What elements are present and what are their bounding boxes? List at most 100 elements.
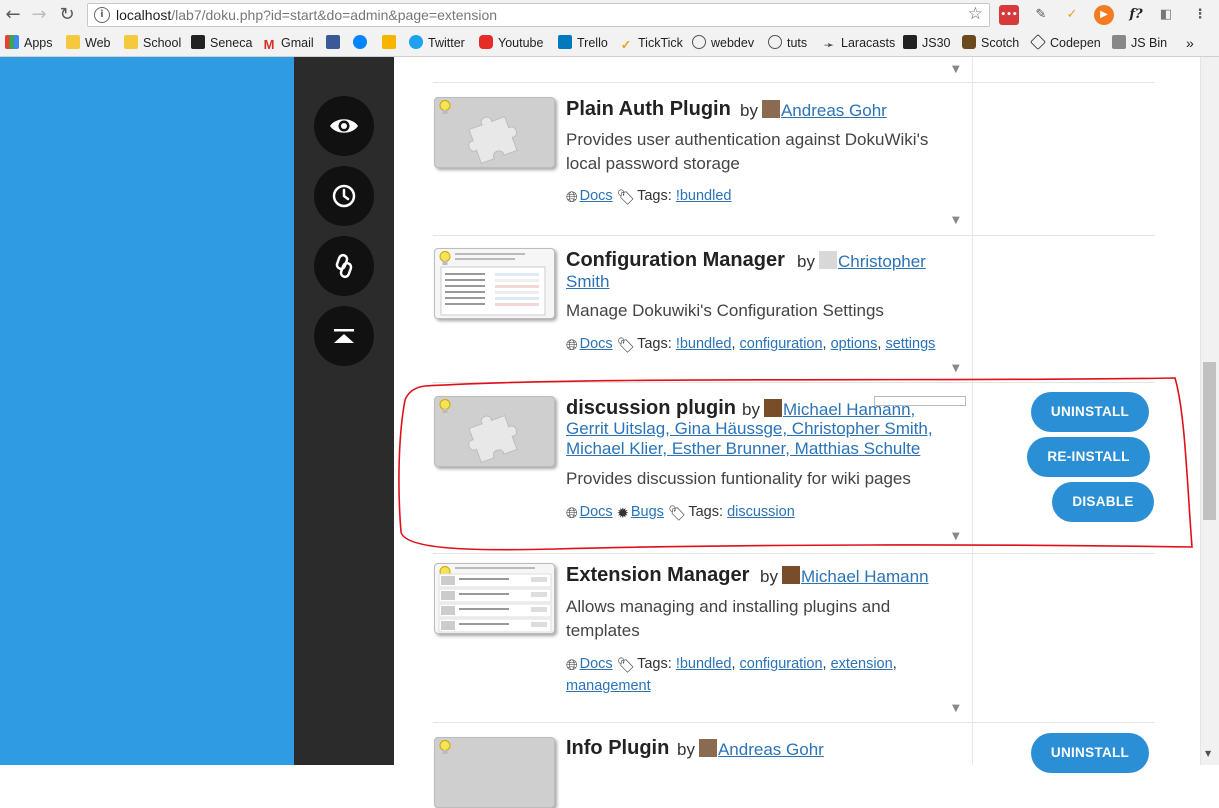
extension-fonts-icon[interactable]: f? — [1126, 5, 1146, 25]
tag-icon: 🏷︎ — [616, 190, 636, 206]
tag-link[interactable]: management — [566, 678, 651, 694]
extension-window-icon[interactable]: ◧ — [1156, 5, 1176, 25]
back-icon[interactable]: ← — [2, 4, 24, 26]
tag-icon: 🏷︎ — [616, 658, 636, 674]
tag-link[interactable]: extension — [831, 656, 893, 672]
row-divider — [433, 235, 1155, 236]
bookmark-jsbin[interactable]: JS Bin — [1112, 34, 1167, 52]
plugin-links: 🌐︎ Docs 🏷︎ Tags: !bundled, configuration, … — [566, 656, 897, 694]
plugin-authors: by Andreas Gohr — [740, 100, 887, 120]
plugin-screenshot[interactable] — [434, 97, 555, 168]
bookmark-messenger[interactable] — [353, 34, 372, 52]
view-page-button[interactable] — [314, 96, 374, 156]
row-divider — [433, 82, 1155, 83]
docs-link[interactable]: Docs — [580, 656, 613, 672]
author-link[interactable]: Smith — [566, 272, 609, 291]
bookmark-web[interactable]: Web — [66, 34, 110, 52]
folder-icon — [124, 35, 138, 49]
bookmark-apps[interactable]: Apps — [5, 34, 53, 52]
plugin-screenshot[interactable] — [434, 248, 555, 319]
plugin-authors-continued: Smith — [566, 272, 609, 292]
plugin-title: Info Plugin — [566, 737, 670, 759]
extension-lastpass-icon[interactable]: ••• — [999, 5, 1019, 25]
tag-link[interactable]: configuration — [740, 656, 823, 672]
bookmark-youtube[interactable]: Youtube — [479, 34, 543, 52]
bookmark-scotch[interactable]: Scotch — [962, 34, 1019, 52]
plugin-description: Allows managing and installing plugins a… — [566, 597, 891, 640]
blackboard-icon — [191, 35, 205, 49]
author-link[interactable]: Andreas Gohr — [781, 101, 887, 120]
browser-chrome: ← → ↻ i localhost/lab7/doku.php?id=start… — [0, 0, 1219, 57]
url-text[interactable]: localhost/lab7/doku.php?id=start&do=admi… — [116, 7, 497, 23]
bookmark-school[interactable]: School — [124, 34, 181, 52]
author-link[interactable]: Christopher — [838, 252, 926, 271]
author-avatar — [781, 566, 800, 584]
bookmarks-bar: Apps Web School Seneca M Gmail Twitter Yo… — [0, 30, 1219, 56]
puzzle-icon — [468, 115, 518, 165]
eye-icon — [330, 119, 358, 133]
bookmarks-overflow[interactable]: » — [1186, 34, 1194, 52]
forward-icon[interactable]: → — [28, 4, 50, 26]
clock-icon — [332, 184, 356, 208]
globe-icon: 🌐︎ — [566, 338, 578, 354]
extension-ticktick-icon[interactable]: ✓ — [1062, 5, 1082, 25]
folder-icon — [66, 35, 80, 49]
backlinks-button[interactable] — [314, 236, 374, 296]
expand-details-icon[interactable]: ▼ — [952, 64, 960, 75]
bookmark-keep[interactable] — [382, 34, 401, 52]
plugin-title: Extension Manager — [566, 564, 750, 586]
twitter-icon — [409, 35, 423, 49]
chrome-menu-icon[interactable]: ⋮ — [1190, 5, 1210, 25]
bookmark-seneca[interactable]: Seneca — [191, 34, 252, 52]
uninstall-button[interactable]: UNINSTALL — [1031, 733, 1149, 773]
tag-link[interactable]: configuration — [740, 336, 823, 352]
bulb-icon — [439, 100, 451, 114]
laracasts-icon: ➛ — [823, 38, 835, 52]
bookmark-webdev[interactable]: webdev — [692, 34, 754, 52]
tag-link[interactable]: !bundled — [676, 336, 732, 352]
site-info-icon[interactable]: i — [94, 7, 110, 23]
extension-eyedropper-icon[interactable]: ✎ — [1031, 5, 1051, 25]
bookmark-ticktick[interactable]: ✓ TickTick — [619, 34, 683, 52]
bookmark-star-icon[interactable]: ☆ — [968, 4, 983, 24]
author-link[interactable]: Andreas Gohr — [718, 740, 824, 759]
plugin-screenshot[interactable] — [434, 563, 555, 634]
arrow-top-icon — [334, 329, 354, 343]
bookmark-laracasts[interactable]: ➛ Laracasts — [822, 34, 895, 52]
author-avatar — [698, 739, 717, 757]
tag-link[interactable]: !bundled — [676, 188, 732, 204]
docs-link[interactable]: Docs — [580, 336, 613, 352]
back-to-top-button[interactable] — [314, 306, 374, 366]
reddit-icon — [768, 35, 782, 49]
navigation-row: ← → ↻ i localhost/lab7/doku.php?id=start… — [0, 0, 1219, 30]
bookmark-gmail[interactable]: M Gmail — [262, 34, 314, 52]
tag-link[interactable]: settings — [885, 336, 935, 352]
check-icon: ✓ — [620, 38, 632, 52]
reload-icon[interactable]: ↻ — [56, 4, 78, 26]
expand-details-icon[interactable]: ▼ — [952, 215, 960, 226]
address-bar[interactable]: i localhost/lab7/doku.php?id=start&do=ad… — [87, 3, 990, 27]
jsbin-icon — [1112, 35, 1126, 49]
scroll-down-arrow-icon[interactable]: ▼ — [1205, 749, 1211, 758]
bookmark-js30[interactable]: JS30 — [903, 34, 951, 52]
scrollbar-thumb[interactable] — [1203, 362, 1216, 520]
old-revisions-button[interactable] — [314, 166, 374, 226]
js30-icon — [903, 35, 917, 49]
bookmark-facebook[interactable] — [326, 34, 345, 52]
tag-link[interactable]: options — [831, 336, 878, 352]
expand-details-icon[interactable]: ▼ — [952, 703, 960, 714]
extension-play-icon[interactable]: ▶ — [1094, 5, 1114, 25]
extension-screenshot-preview — [438, 567, 552, 633]
bookmark-codepen[interactable]: Codepen — [1030, 34, 1101, 52]
bookmark-tuts[interactable]: tuts — [768, 34, 807, 52]
tag-link[interactable]: !bundled — [676, 656, 732, 672]
bookmark-trello[interactable]: Trello — [558, 34, 608, 52]
docs-link[interactable]: Docs — [580, 188, 613, 204]
plugin-authors: by Christopher — [797, 251, 926, 271]
bookmark-twitter[interactable]: Twitter — [409, 34, 465, 52]
plugin-screenshot[interactable] — [434, 737, 555, 808]
author-link[interactable]: Michael Hamann — [801, 567, 929, 586]
plugin-authors: by Michael Hamann — [760, 566, 929, 586]
author-avatar — [761, 100, 780, 118]
bulb-icon — [439, 740, 451, 754]
